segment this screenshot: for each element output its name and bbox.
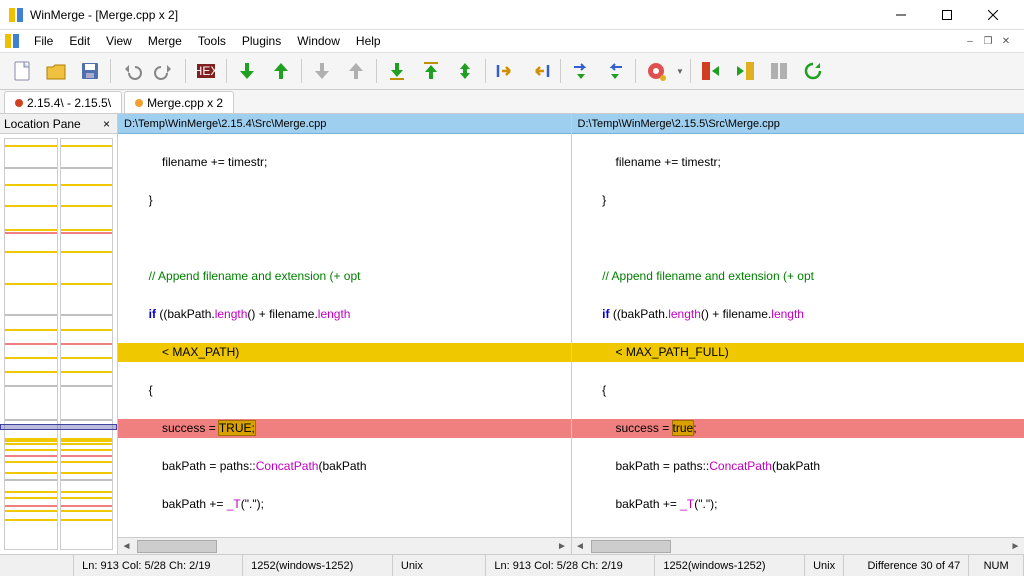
status-num: NUM [969,555,1024,576]
hex-icon[interactable]: HEX [190,55,222,87]
close-pane-icon[interactable]: × [100,117,113,131]
right-code[interactable]: filename += timestr; } // Append filenam… [572,134,1024,537]
status-right-enc: 1252(windows-1252) [655,555,805,576]
current-diff-icon[interactable] [449,55,481,87]
tab-label: Merge.cpp x 2 [147,96,223,110]
left-pane: D:\Temp\WinMerge\2.15.4\Src\Merge.cpp fi… [118,114,572,554]
left-code[interactable]: filename += timestr; } // Append filenam… [118,134,571,537]
workspace: Location Pane × D:\Temp\WinMerge\2.15.4\… [0,114,1024,554]
status-left-eol: Unix [393,555,486,576]
copy-right-advance-icon[interactable] [565,55,597,87]
menu-edit[interactable]: Edit [61,32,98,50]
location-cursor[interactable] [0,424,117,430]
new-icon[interactable] [6,55,38,87]
menu-plugins[interactable]: Plugins [234,32,289,50]
tab-dot-icon [135,99,143,107]
save-icon[interactable] [74,55,106,87]
all-left-icon[interactable] [729,55,761,87]
status-right-pos: Ln: 913 Col: 5/28 Ch: 2/19 [486,555,655,576]
copy-left-icon[interactable] [524,55,556,87]
right-pane: D:\Temp\WinMerge\2.15.5\Src\Merge.cpp fi… [572,114,1024,554]
options-icon[interactable] [640,55,672,87]
copy-left-advance-icon[interactable] [599,55,631,87]
next-diff-disabled-icon[interactable] [306,55,338,87]
menu-merge[interactable]: Merge [140,32,190,50]
tab-folder-compare[interactable]: 2.15.4\ - 2.15.5\ [4,91,122,113]
menu-window[interactable]: Window [289,32,348,50]
location-bar-left[interactable] [4,138,58,550]
status-left-pos: Ln: 913 Col: 5/28 Ch: 2/19 [74,555,243,576]
copy-right-icon[interactable] [490,55,522,87]
app-small-icon [4,33,20,49]
menubar: File Edit View Merge Tools Plugins Windo… [0,30,1024,52]
mdi-restore-icon[interactable]: ❐ [980,33,996,49]
all-right-icon[interactable] [695,55,727,87]
prev-diff-disabled-icon[interactable] [340,55,372,87]
statusbar: Ln: 913 Col: 5/28 Ch: 2/19 1252(windows-… [0,554,1024,576]
maximize-button[interactable] [924,0,970,30]
location-bar-right[interactable] [60,138,114,550]
tab-dot-icon [15,99,23,107]
tabbar: 2.15.4\ - 2.15.5\ Merge.cpp x 2 [0,90,1024,114]
compare-icon[interactable] [763,55,795,87]
close-button[interactable] [970,0,1016,30]
refresh-icon[interactable] [797,55,829,87]
open-icon[interactable] [40,55,72,87]
tab-label: 2.15.4\ - 2.15.5\ [27,96,111,110]
svg-text:HEX: HEX [194,64,218,78]
menu-view[interactable]: View [98,32,140,50]
status-diff: Difference 30 of 47 [844,555,969,576]
mdi-minimize-icon[interactable]: – [962,33,978,49]
menu-file[interactable]: File [26,32,61,50]
minimize-button[interactable] [878,0,924,30]
status-right-eol: Unix [805,555,844,576]
dropdown-icon[interactable]: ▼ [674,67,686,76]
location-pane-header: Location Pane × [0,114,117,134]
location-pane[interactable] [0,134,117,554]
app-icon [8,7,24,23]
prev-diff-icon[interactable] [265,55,297,87]
toolbar: HEX ▼ [0,52,1024,90]
redo-icon[interactable] [149,55,181,87]
status-left-enc: 1252(windows-1252) [243,555,393,576]
left-pane-header: D:\Temp\WinMerge\2.15.4\Src\Merge.cpp [118,114,571,134]
first-diff-icon[interactable] [415,55,447,87]
titlebar: WinMerge - [Merge.cpp x 2] [0,0,1024,30]
undo-icon[interactable] [115,55,147,87]
mdi-close-icon[interactable]: ✕ [998,33,1014,49]
menu-tools[interactable]: Tools [190,32,234,50]
last-diff-icon[interactable] [381,55,413,87]
window-title: WinMerge - [Merge.cpp x 2] [30,8,878,22]
tab-file-compare[interactable]: Merge.cpp x 2 [124,91,234,113]
next-diff-icon[interactable] [231,55,263,87]
menu-help[interactable]: Help [348,32,389,50]
hscrollbar[interactable]: ◄► [572,537,1024,554]
hscrollbar[interactable]: ◄► [118,537,571,554]
right-pane-header: D:\Temp\WinMerge\2.15.5\Src\Merge.cpp [572,114,1024,134]
